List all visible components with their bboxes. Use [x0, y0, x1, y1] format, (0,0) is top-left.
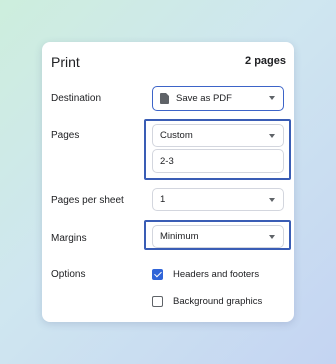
pages-select[interactable]: Custom	[152, 124, 284, 147]
margins-value: Minimum	[160, 231, 199, 242]
page-count: 2 pages	[245, 55, 286, 67]
options-label: Options	[51, 269, 86, 280]
margins-select[interactable]: Minimum	[152, 225, 284, 248]
page-range-value: 2-3	[160, 155, 174, 167]
pages-per-sheet-label: Pages per sheet	[51, 195, 124, 206]
margins-label: Margins	[51, 233, 87, 244]
chevron-down-icon	[269, 198, 275, 202]
document-icon	[160, 93, 169, 104]
chevron-down-icon	[269, 134, 275, 138]
pages-per-sheet-select[interactable]: 1	[152, 188, 284, 211]
chevron-down-icon	[269, 235, 275, 239]
headers-footers-checkbox[interactable]	[152, 269, 163, 280]
background-graphics-checkbox[interactable]	[152, 296, 163, 307]
pages-value: Custom	[160, 130, 193, 141]
page-range-input[interactable]: 2-3	[152, 149, 284, 173]
destination-value: Save as PDF	[176, 93, 232, 104]
destination-label: Destination	[51, 93, 102, 104]
print-dialog: Print 2 pages Destination Save as PDF Pa…	[42, 42, 294, 322]
background-graphics-label[interactable]: Background graphics	[173, 296, 262, 307]
dialog-title: Print	[51, 54, 80, 70]
pages-per-sheet-value: 1	[160, 194, 166, 205]
destination-select[interactable]: Save as PDF	[152, 86, 284, 111]
pages-label: Pages	[51, 130, 80, 141]
chevron-down-icon	[269, 96, 275, 100]
headers-footers-label[interactable]: Headers and footers	[173, 269, 259, 280]
